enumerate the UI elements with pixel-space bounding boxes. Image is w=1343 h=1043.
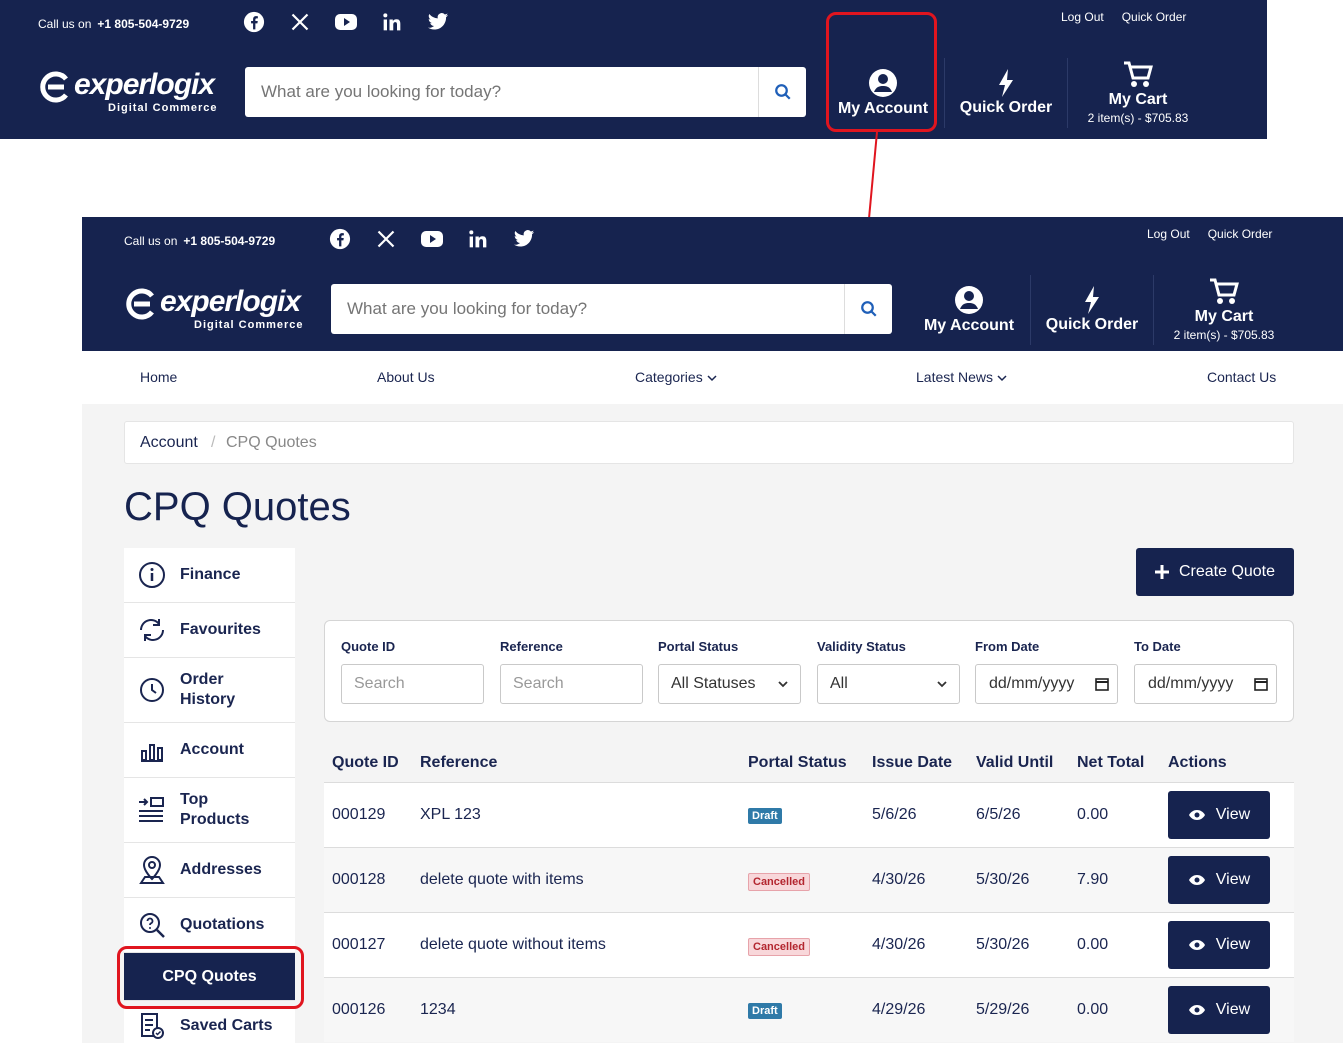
eye-icon <box>1188 940 1205 950</box>
menu-home[interactable]: Home <box>140 369 177 385</box>
brand-logo[interactable]: experlogix Digital Commerce <box>124 285 304 335</box>
chevron-down-icon <box>997 375 1007 382</box>
col-portal-status: Portal Status <box>748 754 847 771</box>
from-date-input[interactable]: dd/mm/yyyy <box>975 664 1118 704</box>
quote-id-input[interactable]: Search <box>341 664 484 704</box>
logout-link[interactable]: Log Out <box>1147 227 1190 241</box>
filter-validity-status: Validity Status All <box>817 639 960 704</box>
youtube-icon[interactable] <box>420 227 444 251</box>
info-icon <box>139 562 165 588</box>
col-quote-id: Quote ID <box>332 754 399 771</box>
eye-icon <box>1188 875 1205 885</box>
col-issue-date: Issue Date <box>872 754 953 771</box>
view-button[interactable]: View <box>1168 921 1270 969</box>
menu-contact[interactable]: Contact Us <box>1207 369 1276 385</box>
view-button[interactable]: View <box>1168 856 1270 904</box>
col-reference: Reference <box>420 754 498 771</box>
sidebar-item-finance[interactable]: Finance <box>124 548 295 603</box>
table-row: 000126 1234 Draft 4/29/26 5/29/26 0.00 V… <box>324 977 1294 1042</box>
breadcrumb-current: CPQ Quotes <box>226 434 317 451</box>
menu-categories[interactable]: Categories <box>635 369 717 385</box>
history-icon <box>140 678 164 702</box>
col-valid-until: Valid Until <box>976 754 1054 771</box>
cart-icon <box>1210 278 1239 304</box>
create-quote-button[interactable]: Create Quote <box>1136 548 1294 596</box>
refresh-icon <box>140 619 164 641</box>
view-button[interactable]: View <box>1168 986 1270 1034</box>
quick-order-link[interactable]: Quick Order <box>1208 227 1273 241</box>
sidebar-item-addresses[interactable]: Addresses <box>124 843 295 898</box>
cpq-quotes-highlight <box>117 946 304 1009</box>
validity-status-select[interactable]: All <box>817 664 960 704</box>
eye-icon <box>1188 1005 1205 1015</box>
search-bar <box>331 284 892 334</box>
col-actions: Actions <box>1168 754 1227 771</box>
reference-input[interactable]: Search <box>500 664 643 704</box>
sidebar-item-top-products[interactable]: Top Products <box>124 778 295 843</box>
filter-quote-id: Quote ID Search <box>341 639 484 704</box>
breadcrumb-account[interactable]: Account <box>140 434 198 452</box>
filter-portal-status: Portal Status All Statuses <box>658 639 801 704</box>
sidebar-item-favourites[interactable]: Favourites <box>124 603 295 658</box>
saved-list-icon <box>141 1012 164 1039</box>
menu-about[interactable]: About Us <box>377 369 435 385</box>
status-badge: Cancelled <box>748 938 810 956</box>
portal-status-select[interactable]: All Statuses <box>658 664 801 704</box>
sidebar-item-account[interactable]: Account <box>124 723 295 778</box>
filter-from-date: From Date dd/mm/yyyy <box>975 639 1118 704</box>
logo-mark-icon <box>126 288 154 320</box>
col-net-total: Net Total <box>1077 754 1145 771</box>
main-menu: Home About Us Categories Latest News Con… <box>82 351 1343 404</box>
twitter-icon[interactable] <box>512 227 536 251</box>
plus-icon <box>1154 565 1169 579</box>
question-search-icon <box>140 913 165 938</box>
quick-order-button[interactable]: Quick Order <box>1036 273 1148 347</box>
call-us: Call us on +1 805-504-9729 <box>124 234 276 248</box>
user-icon <box>955 286 983 314</box>
filter-to-date: To Date dd/mm/yyyy <box>1134 639 1277 704</box>
sidebar-item-saved-carts[interactable]: Saved Carts <box>124 1008 295 1043</box>
chevron-down-icon <box>778 681 788 688</box>
chart-icon <box>141 744 163 762</box>
chevron-down-icon <box>707 375 717 382</box>
sidebar-item-quotations[interactable]: Quotations <box>124 898 295 953</box>
to-date-input[interactable]: dd/mm/yyyy <box>1134 664 1277 704</box>
status-badge: Cancelled <box>748 873 810 891</box>
menu-news[interactable]: Latest News <box>916 369 1007 385</box>
sidebar-item-order-history[interactable]: Order History <box>124 658 295 723</box>
social-links <box>328 227 536 251</box>
lightning-icon <box>1085 286 1099 314</box>
view-button[interactable]: View <box>1168 791 1270 839</box>
header: Call us on +1 805-504-9729 Log Out Quick … <box>82 217 1343 351</box>
location-icon <box>139 855 165 884</box>
top-links: Log Out Quick Order <box>1147 227 1272 241</box>
page-title: CPQ Quotes <box>124 485 351 529</box>
filter-panel: Quote ID Search Reference Search Portal … <box>324 620 1294 722</box>
calendar-icon <box>1254 678 1268 691</box>
table-row: 000129 XPL 123 Draft 5/6/26 6/5/26 0.00 … <box>324 782 1294 847</box>
table-row: 000128 delete quote with items Cancelled… <box>324 847 1294 912</box>
calendar-icon <box>1095 678 1109 691</box>
chevron-down-icon <box>937 681 947 688</box>
linkedin-icon[interactable] <box>466 227 490 251</box>
x-icon[interactable] <box>374 227 398 251</box>
table-row: 000127 delete quote without items Cancel… <box>324 912 1294 977</box>
facebook-icon[interactable] <box>328 227 352 251</box>
breadcrumb: Account / CPQ Quotes <box>124 421 1294 464</box>
status-badge: Draft <box>748 1003 782 1019</box>
search-button[interactable] <box>844 284 892 334</box>
eye-icon <box>1188 810 1205 820</box>
my-cart-button[interactable]: My Cart 2 item(s) - $705.83 <box>1164 273 1284 347</box>
search-input[interactable] <box>331 284 844 334</box>
list-icon <box>139 797 164 822</box>
filter-reference: Reference Search <box>500 639 643 704</box>
my-account-button[interactable]: My Account <box>916 273 1022 347</box>
status-badge: Draft <box>748 808 782 824</box>
search-icon <box>860 301 877 317</box>
